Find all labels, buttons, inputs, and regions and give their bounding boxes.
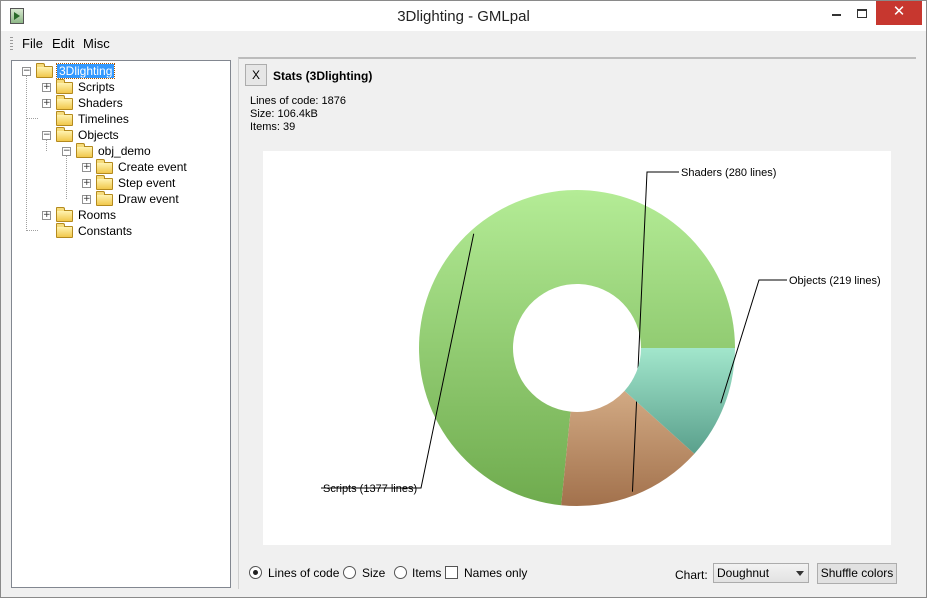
folder-icon [56, 223, 73, 238]
expand-icon[interactable]: + [42, 99, 51, 108]
close-icon: ✕ [892, 3, 906, 20]
expand-icon[interactable]: + [82, 163, 91, 172]
tree-label-rooms[interactable]: Rooms [76, 208, 118, 222]
shuffle-colors-button[interactable]: Shuffle colors [817, 563, 897, 584]
tree-label-obj-demo[interactable]: obj_demo [96, 144, 153, 158]
slice-label-objects: Objects (219 lines) [789, 275, 881, 287]
stat-size: Size: 106.4kB [250, 108, 318, 120]
menu-file[interactable]: File [22, 36, 43, 51]
folder-icon [56, 95, 73, 110]
menu-grip-icon[interactable] [10, 37, 13, 51]
folder-icon [36, 63, 53, 78]
tree-connector [46, 139, 47, 151]
minimize-icon [831, 14, 841, 17]
stat-lines-of-code: Lines of code: 1876 [250, 95, 347, 107]
tree-connector [66, 155, 67, 199]
expand-icon[interactable]: + [42, 211, 51, 220]
tree-connector [26, 230, 38, 231]
collapse-icon[interactable]: − [42, 131, 51, 140]
tree-label-project[interactable]: 3Dlighting [55, 63, 116, 79]
tree-label-scripts[interactable]: Scripts [76, 80, 117, 94]
tree-connector [26, 75, 27, 231]
project-tree[interactable]: − 3Dlighting + Scripts + Shaders Timelin… [11, 60, 231, 588]
window-title: 3Dlighting - GMLpal [397, 8, 530, 25]
chart-type-label: Chart: [675, 568, 708, 582]
radio-size[interactable] [343, 566, 356, 579]
doughnut-chart: Scripts (1377 lines) Shaders (280 lines) O… [321, 167, 881, 507]
minimize-button[interactable] [823, 1, 849, 25]
stat-items: Items: 39 [250, 121, 296, 133]
chart-type-value: Doughnut [717, 566, 770, 580]
title-bar[interactable]: 3Dlighting - GMLpal ✕ [1, 1, 926, 31]
folder-icon [96, 159, 113, 174]
stats-title: Stats (3Dlighting) [273, 69, 373, 83]
tree-label-objects[interactable]: Objects [76, 128, 121, 142]
menu-bar: File Edit Misc [2, 32, 925, 56]
close-window-button[interactable]: ✕ [876, 1, 922, 25]
menu-misc[interactable]: Misc [83, 36, 110, 51]
menu-edit[interactable]: Edit [52, 36, 74, 51]
chart-area: Scripts (1377 lines) Shaders (280 lines) O… [263, 151, 891, 545]
folder-icon [56, 127, 73, 142]
folder-icon [56, 207, 73, 222]
tree-connector [26, 118, 38, 119]
maximize-button[interactable] [849, 1, 875, 25]
chart-type-select[interactable]: Doughnut [713, 563, 809, 583]
slice-label-shaders: Shaders (280 lines) [681, 167, 776, 179]
collapse-icon[interactable]: − [62, 147, 71, 156]
slice-label-scripts: Scripts (1377 lines) [323, 483, 417, 495]
tree-label-timelines[interactable]: Timelines [76, 112, 131, 126]
expand-icon[interactable]: + [82, 179, 91, 188]
expand-icon[interactable]: + [82, 195, 91, 204]
tree-label-draw-event[interactable]: Draw event [116, 192, 181, 206]
checkbox-names-only[interactable] [445, 566, 458, 579]
expand-icon[interactable]: + [42, 83, 51, 92]
collapse-icon[interactable]: − [22, 67, 31, 76]
app-window: 3Dlighting - GMLpal ✕ File Edit Misc − 3… [0, 0, 927, 598]
radio-items[interactable] [394, 566, 407, 579]
tree-label-shaders[interactable]: Shaders [76, 96, 125, 110]
chevron-down-icon [796, 571, 804, 576]
folder-icon [56, 79, 73, 94]
tree-label-create-event[interactable]: Create event [116, 160, 189, 174]
label-size[interactable]: Size [362, 566, 385, 580]
radio-lines-of-code[interactable] [249, 566, 262, 579]
folder-icon [76, 143, 93, 158]
label-lines-of-code[interactable]: Lines of code [268, 566, 339, 580]
folder-icon [56, 111, 73, 126]
folder-icon [96, 175, 113, 190]
close-stats-button[interactable]: X [245, 64, 267, 86]
maximize-icon [857, 8, 867, 18]
label-names-only[interactable]: Names only [464, 566, 527, 580]
panel-splitter[interactable] [232, 60, 237, 590]
folder-icon [96, 191, 113, 206]
tree-label-constants[interactable]: Constants [76, 224, 134, 238]
tree-label-step-event[interactable]: Step event [116, 176, 177, 190]
label-items[interactable]: Items [412, 566, 441, 580]
